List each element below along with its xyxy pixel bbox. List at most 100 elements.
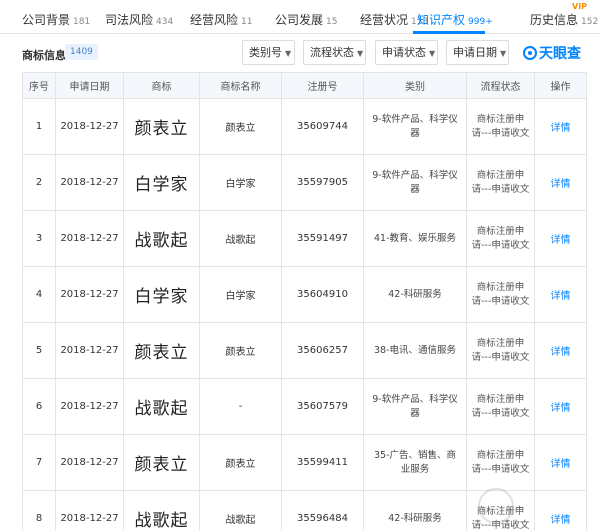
table-row: 2 2018-12-27 白学家 白学家 35597905 9-软件产品、科学仪…	[22, 154, 587, 211]
action-cell: 详情	[534, 266, 587, 323]
application-date: 2018-12-27	[55, 322, 124, 379]
column-header: 商标名称	[199, 72, 282, 99]
category: 9-软件产品、科学仪器	[363, 378, 467, 435]
details-link[interactable]: 详情	[551, 291, 571, 302]
application-date: 2018-12-27	[55, 154, 124, 211]
process-status: 商标注册申请---申请收文	[466, 266, 535, 323]
section-count-badge: 1409	[65, 44, 98, 60]
filter-class-number[interactable]: 类别号 ▼	[242, 40, 295, 65]
trademark-image[interactable]: 战歌起	[123, 210, 200, 267]
trademark-name: 白学家	[199, 154, 282, 211]
table-row: 5 2018-12-27 颜表立 颜表立 35606257 38-电讯、通信服务…	[22, 322, 587, 379]
registration-number: 35609744	[281, 98, 364, 155]
column-header: 流程状态	[466, 72, 535, 99]
registration-number: 35596484	[281, 490, 364, 531]
trademark-section-header: 商标信息 1409 类别号 ▼ 流程状态 ▼ 申请状态 ▼ 申请日期 ▼ 天眼查	[0, 35, 600, 73]
filter-label: 流程状态	[310, 46, 354, 59]
column-header: 序号	[22, 72, 56, 99]
trademark-image[interactable]: 白学家	[123, 266, 200, 323]
tab-intellectual-property[interactable]: 知识产权 999+	[417, 11, 493, 28]
category: 41-教育、娱乐服务	[363, 210, 467, 267]
row-number: 4	[22, 266, 56, 323]
application-date: 2018-12-27	[55, 266, 124, 323]
application-date: 2018-12-27	[55, 378, 124, 435]
tab-count: 11	[241, 17, 253, 27]
vip-badge: VIP	[572, 2, 588, 11]
registration-number: 35606257	[281, 322, 364, 379]
watermark-logo-icon	[476, 486, 516, 526]
action-cell: 详情	[534, 322, 587, 379]
details-link[interactable]: 详情	[551, 459, 571, 470]
tab-label: 经营风险	[190, 13, 239, 27]
column-header: 操作	[534, 72, 587, 99]
category: 38-电讯、通信服务	[363, 322, 467, 379]
details-link[interactable]: 详情	[551, 179, 571, 190]
registration-number: 35591497	[281, 210, 364, 267]
trademark-image[interactable]: 颜表立	[123, 98, 200, 155]
trademark-image[interactable]: 战歌起	[123, 490, 200, 531]
table-row: 1 2018-12-27 颜表立 颜表立 35609744 9-软件产品、科学仪…	[22, 98, 587, 155]
tab-count: 181	[73, 17, 91, 27]
filter-label: 申请状态	[382, 46, 426, 59]
process-status: 商标注册申请---申请收文	[466, 154, 535, 211]
category: 35-广告、销售、商业服务	[363, 434, 467, 491]
details-link[interactable]: 详情	[551, 123, 571, 134]
column-header: 类别	[363, 72, 467, 99]
details-link[interactable]: 详情	[551, 235, 571, 246]
top-tab-bar: 公司背景 181 司法风险 434 经营风险 11 公司发展 15 经营状况 113 知识…	[0, 0, 600, 34]
application-date: 2018-12-27	[55, 490, 124, 531]
action-cell: 详情	[534, 210, 587, 267]
registration-number: 35604910	[281, 266, 364, 323]
trademark-image[interactable]: 战歌起	[123, 378, 200, 435]
chevron-down-icon: ▼	[357, 49, 364, 58]
details-link[interactable]: 详情	[551, 403, 571, 414]
trademark-name: 颜表立	[199, 98, 282, 155]
tab-judicial-risk[interactable]: 司法风险 434	[105, 11, 173, 28]
row-number: 5	[22, 322, 56, 379]
tab-company-development[interactable]: 公司发展 15	[275, 11, 337, 28]
table-row: 4 2018-12-27 白学家 白学家 35604910 42-科研服务 商标…	[22, 266, 587, 323]
chevron-down-icon: ▼	[285, 49, 292, 58]
tab-count: 434	[156, 17, 174, 27]
category: 42-科研服务	[363, 490, 467, 531]
tab-label: 司法风险	[105, 13, 154, 27]
tab-company-background[interactable]: 公司背景 181	[22, 11, 90, 28]
site-watermark	[476, 476, 599, 531]
registration-number: 35607579	[281, 378, 364, 435]
action-cell: 详情	[534, 154, 587, 211]
table-body: 1 2018-12-27 颜表立 颜表立 35609744 9-软件产品、科学仪…	[22, 98, 587, 531]
trademark-table: 序号 申请日期 商标 商标名称 注册号 类别 流程状态 操作 1 2018-12…	[22, 72, 587, 531]
details-link[interactable]: 详情	[551, 347, 571, 358]
tab-operating-risk[interactable]: 经营风险 11	[190, 11, 252, 28]
logo-text: 天眼查	[539, 46, 581, 62]
category: 9-软件产品、科学仪器	[363, 154, 467, 211]
row-number: 8	[22, 490, 56, 531]
category: 9-软件产品、科学仪器	[363, 98, 467, 155]
action-cell: 详情	[534, 378, 587, 435]
trademark-image[interactable]: 颜表立	[123, 434, 200, 491]
tab-count: 999+	[468, 17, 493, 27]
tab-history[interactable]: 历史信息 152	[530, 11, 598, 28]
column-header: 商标	[123, 72, 200, 99]
trademark-image[interactable]: 白学家	[123, 154, 200, 211]
filter-application-date[interactable]: 申请日期 ▼	[446, 40, 509, 65]
tab-label: 公司背景	[22, 13, 71, 27]
action-cell: 详情	[534, 98, 587, 155]
chevron-down-icon: ▼	[500, 49, 507, 58]
trademark-name: -	[199, 378, 282, 435]
trademark-image[interactable]: 颜表立	[123, 322, 200, 379]
trademark-name: 战歌起	[199, 210, 282, 267]
chevron-down-icon: ▼	[429, 49, 436, 58]
filter-application-status[interactable]: 申请状态 ▼	[375, 40, 438, 65]
registration-number: 35599411	[281, 434, 364, 491]
eye-logo-icon	[523, 46, 537, 60]
tab-label: 知识产权	[417, 13, 466, 27]
filter-label: 类别号	[249, 46, 282, 59]
application-date: 2018-12-27	[55, 98, 124, 155]
filter-process-status[interactable]: 流程状态 ▼	[303, 40, 366, 65]
row-number: 7	[22, 434, 56, 491]
active-tab-indicator	[413, 31, 485, 34]
tab-label: 公司发展	[275, 13, 324, 27]
table-header-row: 序号 申请日期 商标 商标名称 注册号 类别 流程状态 操作	[22, 72, 587, 99]
row-number: 6	[22, 378, 56, 435]
